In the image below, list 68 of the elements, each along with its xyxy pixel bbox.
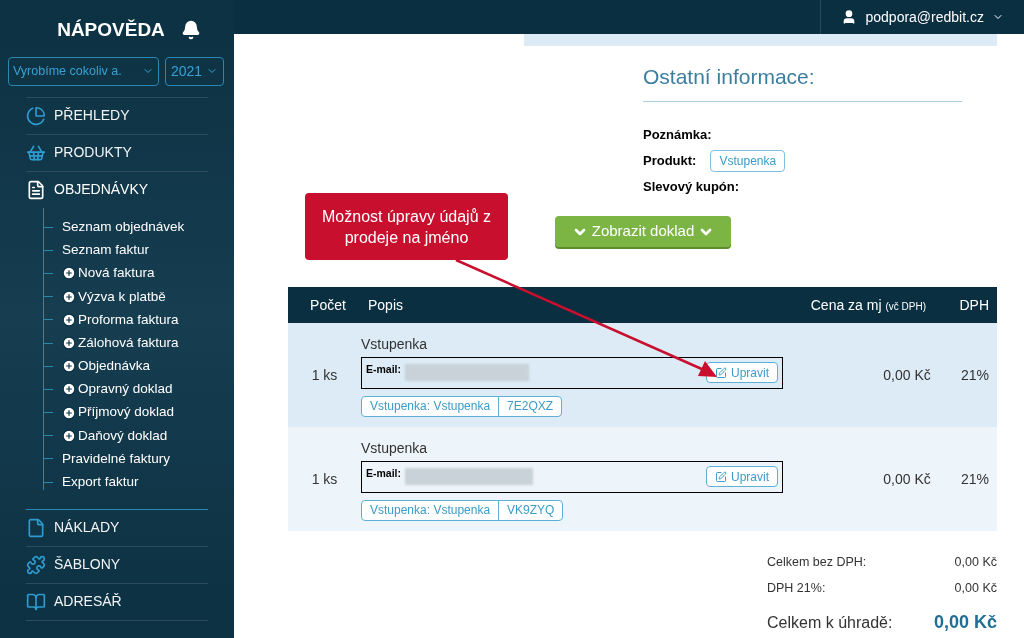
company-select[interactable]: Vyrobíme cokoliv a. <box>8 56 159 86</box>
column-header: Počet <box>309 295 347 315</box>
table-cell-text: 1 ks <box>310 469 339 489</box>
table-cell-text: 21% <box>959 469 990 489</box>
plus-icon <box>62 266 76 281</box>
table-cell-text: Vstupenka <box>361 438 428 458</box>
year-select[interactable]: 2021 <box>165 56 224 86</box>
total-value: 0,00 Kč <box>954 554 997 571</box>
field-label: Produkt: <box>643 152 697 171</box>
table-cell-text: 0,00 Kč <box>882 365 932 385</box>
nav-item[interactable]: NÁKLADY <box>26 509 208 546</box>
total-label: Celkem bez DPH: <box>767 554 867 571</box>
book-icon <box>26 591 46 612</box>
plus-icon <box>62 312 76 327</box>
section-heading: Ostatní informace: <box>643 66 962 102</box>
plus-icon <box>62 289 76 304</box>
table-cell-text: Vstupenka <box>361 334 428 354</box>
column-header: DPH <box>958 295 990 315</box>
submenu-item[interactable]: Výzva k platbě <box>62 286 166 307</box>
table-cell-text: 0,00 Kč <box>882 469 932 489</box>
nav-item[interactable]: PŘEHLEDY <box>26 97 208 134</box>
plus-icon <box>62 428 76 443</box>
total-value: 0,00 Kč <box>933 610 997 634</box>
nav-item[interactable]: OBJEDNÁVKY <box>26 171 208 208</box>
field-label: E-mail: <box>366 465 401 481</box>
plus-icon <box>62 382 76 397</box>
submenu-item[interactable]: Zálohová faktura <box>62 332 179 354</box>
submenu-item[interactable]: Seznam faktur <box>62 240 150 261</box>
submenu-item[interactable]: Objednávka <box>62 356 151 377</box>
submenu-item[interactable]: Seznam objednávek <box>62 216 185 238</box>
puzzle-icon <box>26 554 46 575</box>
total-label: Celkem k úhradě: <box>767 612 893 633</box>
ticket-code: 7E2QXZ <box>506 398 555 415</box>
ticket-type: Vstupenka: Vstupenka <box>362 396 500 416</box>
field-label: Slevový kupón: <box>643 178 740 197</box>
product-tag: Vstupenka <box>710 150 786 172</box>
submenu-item[interactable]: Příjmový doklad <box>62 402 175 423</box>
document-icon <box>26 179 46 200</box>
nav-item[interactable]: ŠABLONY <box>26 546 208 583</box>
ticket-code: VK9ZYQ <box>506 502 556 519</box>
field-label: Poznámka: <box>643 126 712 145</box>
table-cell-text: 1 ks <box>310 365 339 385</box>
basket-icon <box>26 142 46 163</box>
total-label: DPH 21%: <box>767 579 826 597</box>
submenu-item[interactable]: Opravný doklad <box>62 379 173 400</box>
field-label: E-mail: <box>366 361 401 377</box>
submenu-item[interactable]: Export faktur <box>62 472 139 493</box>
plus-icon <box>62 336 76 351</box>
column-header: Popis <box>368 295 405 315</box>
submenu-item[interactable]: Proforma faktura <box>62 309 179 330</box>
total-value: 0,00 Kč <box>954 579 997 597</box>
submenu-item[interactable]: Daňový doklad <box>62 425 168 446</box>
nav-item[interactable]: ADRESÁŘ <box>26 583 208 620</box>
ticket-type: Vstupenka: Vstupenka <box>362 500 500 520</box>
submenu-item[interactable]: Pravidelné faktury <box>62 448 171 470</box>
bell-icon[interactable] <box>180 20 201 41</box>
edit-icon <box>715 470 727 483</box>
nav-item[interactable]: PRODUKTY <box>26 134 208 171</box>
file-icon <box>26 517 46 538</box>
table-cell-text: 21% <box>959 365 990 385</box>
plus-icon <box>62 405 76 420</box>
submenu-item[interactable]: Nová faktura <box>62 263 155 284</box>
edit-icon <box>715 366 727 379</box>
column-header: Cena za mj (vč DPH) <box>809 295 927 315</box>
app-title: NÁPOVĚDA <box>57 18 165 42</box>
plus-icon <box>62 359 76 374</box>
pie-chart-icon <box>26 105 46 126</box>
callout: Možnost úpravy údajů z prodeje na jméno <box>305 193 508 260</box>
